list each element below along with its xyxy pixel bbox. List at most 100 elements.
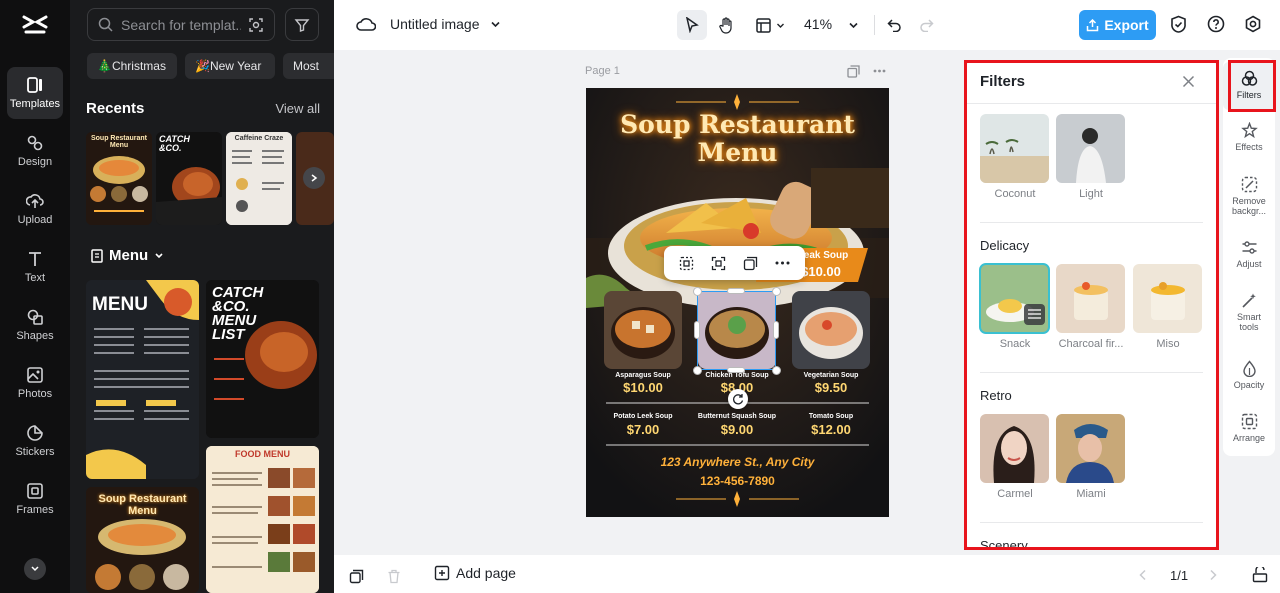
- poster-item-price[interactable]: $10.00: [598, 380, 688, 395]
- hand-tool-button[interactable]: [712, 10, 742, 40]
- resize-handle[interactable]: [773, 321, 779, 339]
- page-more-icon[interactable]: [873, 69, 886, 73]
- poster-title-line2[interactable]: Menu: [586, 138, 889, 167]
- hand-icon: [719, 16, 732, 34]
- chip-christmas[interactable]: 🎄Christmas: [87, 53, 177, 79]
- rotate-icon: [733, 394, 744, 405]
- resize-handle[interactable]: [772, 366, 781, 375]
- chevron-down-icon: [776, 23, 784, 28]
- poster-phone[interactable]: 123-456-7890: [586, 474, 889, 488]
- rail-item-text[interactable]: Text: [7, 241, 63, 293]
- stickers-icon: [27, 425, 43, 441]
- recent-thumb-catch[interactable]: CATCH &CO.: [156, 132, 222, 225]
- layers-panel-icon[interactable]: [1252, 567, 1268, 583]
- rail-expand-button[interactable]: [24, 558, 46, 580]
- tool-label: Opacity: [1233, 380, 1265, 390]
- resize-handle[interactable]: [772, 287, 781, 296]
- poster-item-price[interactable]: $9.00: [692, 422, 782, 437]
- redo-button[interactable]: [914, 10, 938, 40]
- chip-most[interactable]: Most: [283, 53, 334, 79]
- poster-item-price[interactable]: $12.00: [786, 422, 876, 437]
- recents-next-button[interactable]: [303, 167, 325, 189]
- select-tool-button[interactable]: [677, 10, 707, 40]
- rail-item-label: Frames: [16, 504, 54, 516]
- capcut-logo-icon[interactable]: [20, 12, 50, 38]
- template-filter-button[interactable]: [285, 8, 319, 41]
- trash-icon[interactable]: [387, 569, 401, 584]
- rail-item-label: Stickers: [15, 446, 55, 458]
- menu-section-title[interactable]: Menu: [91, 247, 164, 264]
- poster-title-line1[interactable]: Soup Restaurant: [586, 110, 889, 139]
- shield-icon[interactable]: [1170, 15, 1187, 34]
- recents-title: Recents: [86, 100, 145, 117]
- resize-handle[interactable]: [693, 287, 702, 296]
- poster-item-price[interactable]: $9.50: [786, 380, 876, 395]
- menu-thumb-title: MENU: [92, 294, 148, 315]
- recent-thumb-soup[interactable]: Soup Restaurant Menu: [86, 132, 152, 225]
- rail-item-templates[interactable]: Templates: [7, 67, 63, 119]
- rail-item-design[interactable]: Design: [7, 125, 63, 177]
- selection-box[interactable]: [697, 291, 776, 370]
- poster-item-price[interactable]: $7.00: [598, 422, 688, 437]
- chip-new-year[interactable]: 🎉New Year: [185, 53, 275, 79]
- tool-remove-background[interactable]: Remove backgr...: [1223, 176, 1275, 216]
- poster-item-name[interactable]: Potato Leek Soup: [598, 413, 688, 420]
- poster-address[interactable]: 123 Anywhere St., Any City: [586, 455, 889, 469]
- rail-item-stickers[interactable]: Stickers: [7, 415, 63, 467]
- rotate-handle[interactable]: [728, 389, 748, 409]
- search-icon: [98, 17, 113, 32]
- zoom-level[interactable]: 41%: [804, 16, 832, 32]
- export-button[interactable]: Export: [1079, 10, 1156, 40]
- tool-adjust[interactable]: Adjust: [1223, 239, 1275, 269]
- layout-dropdown[interactable]: [750, 10, 790, 40]
- duplicate-page-icon[interactable]: [847, 65, 860, 78]
- template-search-input[interactable]: Search for templat...: [87, 8, 275, 41]
- poster-item-name[interactable]: Tomato Soup: [786, 413, 876, 420]
- poster-item-name[interactable]: Butternut Squash Soup: [692, 413, 782, 420]
- resize-handle[interactable]: [694, 321, 700, 339]
- chevron-down-icon: [490, 21, 500, 27]
- copy-page-icon[interactable]: [349, 569, 364, 584]
- cloud-sync-icon[interactable]: [356, 15, 376, 33]
- recent-thumb-title: Caffeine Craze: [234, 135, 284, 142]
- recent-thumb-caffeine[interactable]: Caffeine Craze: [226, 132, 292, 225]
- tool-effects[interactable]: Effects: [1223, 122, 1275, 152]
- menu-thumb-menu[interactable]: MENU: [86, 280, 199, 479]
- tool-opacity[interactable]: Opacity: [1223, 360, 1275, 390]
- more-options-icon[interactable]: [775, 261, 790, 265]
- menu-thumb-title: CATCH &CO. MENU LIST: [212, 284, 264, 343]
- poster-item-name[interactable]: Vegetarian Soup: [786, 372, 876, 379]
- poster-item-name[interactable]: Asparagus Soup: [598, 372, 688, 379]
- menu-thumb-soup[interactable]: Soup Restaurant Menu: [86, 487, 199, 593]
- next-page-icon[interactable]: [1208, 569, 1218, 581]
- view-all-link[interactable]: View all: [275, 101, 320, 116]
- tool-label: Arrange: [1232, 433, 1266, 443]
- file-title-dropdown[interactable]: Untitled image: [390, 16, 501, 32]
- resize-handle[interactable]: [727, 367, 745, 373]
- prev-page-icon[interactable]: [1138, 569, 1148, 581]
- poster-item-name[interactable]: Chicken Tofu Soup: [692, 372, 782, 379]
- smart-crop-icon[interactable]: [711, 256, 726, 271]
- resize-handle[interactable]: [693, 366, 702, 375]
- rail-item-photos[interactable]: Photos: [7, 357, 63, 409]
- tool-smart-tools[interactable]: Smart tools: [1223, 292, 1275, 332]
- rail-item-frames[interactable]: Frames: [7, 473, 63, 525]
- menu-thumb-food[interactable]: FOOD MENU: [206, 446, 319, 593]
- poster-bowl-vegetarian[interactable]: [792, 291, 870, 369]
- resize-handle[interactable]: [727, 288, 745, 294]
- tool-arrange[interactable]: Arrange: [1223, 413, 1275, 443]
- image-search-icon[interactable]: [248, 17, 264, 33]
- rail-item-shapes[interactable]: Shapes: [7, 299, 63, 351]
- crop-select-icon[interactable]: [679, 256, 694, 271]
- duplicate-icon[interactable]: [743, 256, 758, 271]
- chevron-down-icon: [848, 22, 858, 28]
- settings-gear-icon[interactable]: [1244, 15, 1262, 33]
- help-icon[interactable]: [1207, 15, 1225, 33]
- rail-item-upload[interactable]: Upload: [7, 183, 63, 235]
- shapes-icon: [27, 309, 43, 325]
- zoom-dropdown-button[interactable]: [842, 10, 864, 40]
- add-page-button[interactable]: Add page: [434, 565, 516, 581]
- poster-bowl-asparagus[interactable]: [604, 291, 682, 369]
- undo-button[interactable]: [882, 10, 906, 40]
- menu-thumb-catch[interactable]: CATCH &CO. MENU LIST: [206, 280, 319, 438]
